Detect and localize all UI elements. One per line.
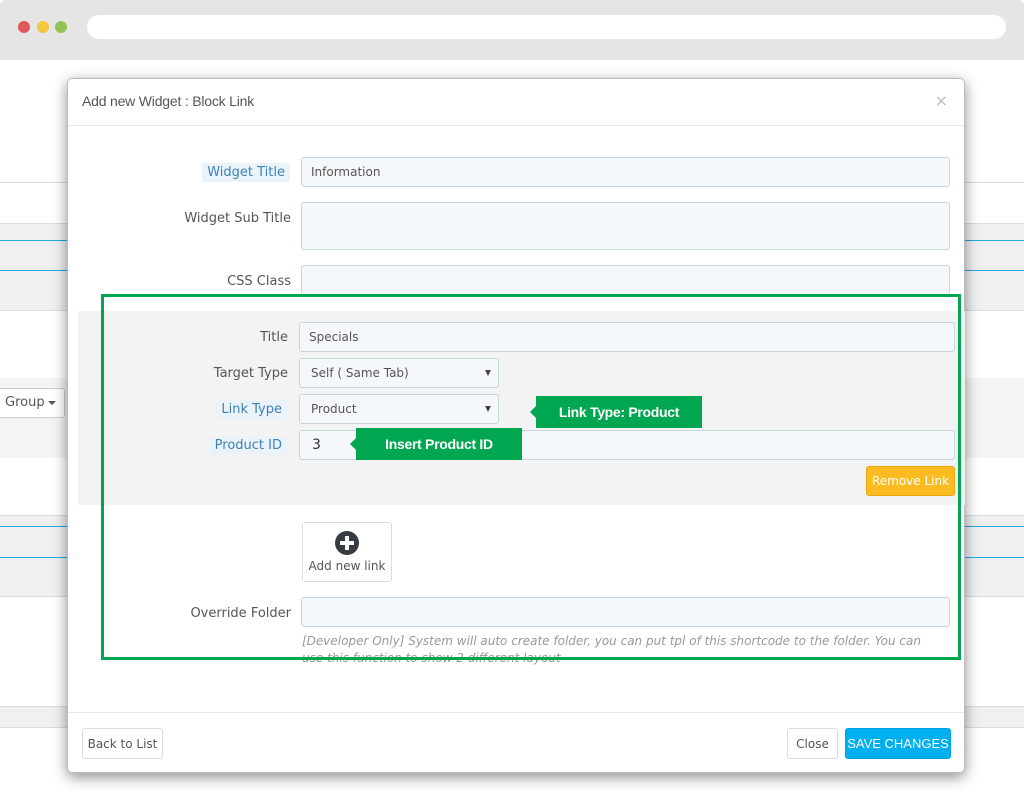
target-type-select[interactable]: Self ( Same Tab): [299, 358, 499, 388]
save-changes-button[interactable]: SAVE CHANGES: [845, 728, 951, 759]
widget-sub-title-textarea[interactable]: [301, 202, 950, 250]
minimize-window-icon[interactable]: [37, 21, 49, 33]
caret-down-icon: [47, 400, 56, 405]
group-dropdown-button[interactable]: Group: [0, 388, 65, 418]
modal-footer: Back to List Close SAVE CHANGES: [68, 712, 964, 772]
widget-title-input[interactable]: Information: [301, 157, 950, 187]
add-new-link-button[interactable]: Add new link: [302, 522, 392, 582]
override-folder-input[interactable]: [301, 597, 950, 627]
override-folder-label: Override Folder: [190, 606, 291, 621]
target-type-label: Target Type: [213, 366, 288, 381]
link-type-value: Product: [311, 402, 357, 416]
dropdown-arrow-icon: [485, 370, 491, 376]
close-icon[interactable]: ×: [935, 91, 948, 110]
modal-title: Add new Widget : Block Link: [82, 93, 255, 109]
browser-chrome: [0, 0, 1024, 60]
override-folder-help-text: [Developer Only] System will auto create…: [302, 634, 921, 665]
target-type-value: Self ( Same Tab): [311, 366, 409, 380]
remove-link-button[interactable]: Remove Link: [866, 466, 955, 496]
address-bar[interactable]: [87, 15, 1006, 39]
link-type-label: Link Type: [216, 400, 287, 419]
product-id-callout: Insert Product ID: [350, 428, 522, 460]
add-new-link-label: Add new link: [308, 559, 386, 573]
plus-circle-icon: [335, 531, 359, 555]
group-label: Group: [5, 395, 45, 410]
widget-sub-title-label: Widget Sub Title: [184, 211, 291, 226]
product-id-label: Product ID: [209, 436, 287, 455]
link-title-label: Title: [260, 330, 288, 345]
close-button[interactable]: Close: [787, 728, 838, 759]
close-window-icon[interactable]: [18, 21, 30, 33]
link-type-select[interactable]: Product: [299, 394, 499, 424]
css-class-input[interactable]: [301, 265, 950, 295]
link-title-input[interactable]: Specials: [299, 322, 955, 352]
maximize-window-icon[interactable]: [55, 21, 67, 33]
dropdown-arrow-icon: [485, 406, 491, 412]
css-class-label: CSS Class: [227, 274, 291, 289]
back-to-list-button[interactable]: Back to List: [82, 728, 163, 759]
widget-title-label: Widget Title: [202, 163, 290, 182]
add-widget-modal: Add new Widget : Block Link × Widget Tit…: [67, 78, 965, 773]
link-type-callout: Link Type: Product: [530, 396, 702, 428]
modal-header: Add new Widget : Block Link ×: [68, 79, 964, 126]
